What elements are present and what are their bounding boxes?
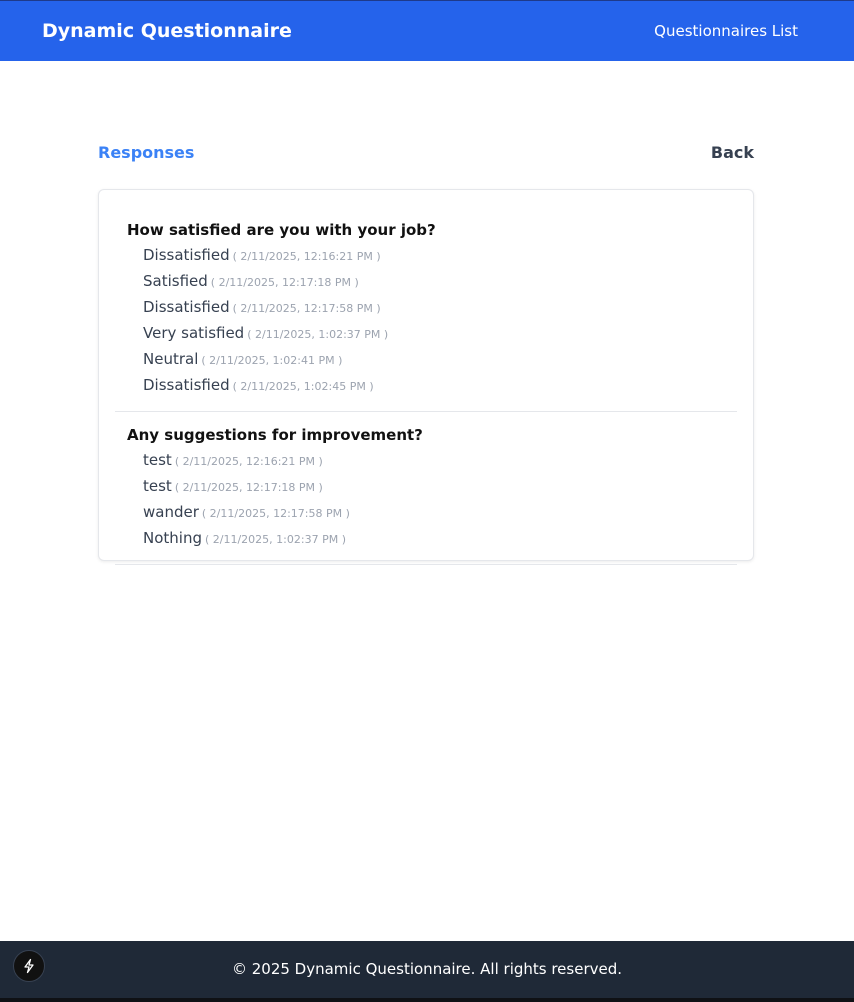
answer-timestamp: ( 2/11/2025, 12:17:18 PM ) (210, 276, 359, 289)
answer-value: Nothing (143, 529, 202, 547)
answer-timestamp: ( 2/11/2025, 12:16:21 PM ) (232, 250, 381, 263)
answer-value: Satisfied (143, 272, 208, 290)
question-text: Any suggestions for improvement? (127, 426, 423, 444)
dev-tools-button[interactable] (13, 950, 45, 982)
answer-item: Dissatisfied( 2/11/2025, 12:16:21 PM ) (143, 243, 725, 269)
answer-item: test( 2/11/2025, 12:16:21 PM ) (143, 448, 725, 474)
answer-item: test( 2/11/2025, 12:17:18 PM ) (143, 474, 725, 500)
answer-value: Dissatisfied (143, 298, 230, 316)
copyright-text: © 2025 Dynamic Questionnaire. All rights… (231, 960, 623, 978)
answer-timestamp: ( 2/11/2025, 12:16:21 PM ) (174, 455, 323, 468)
answer-list: Dissatisfied( 2/11/2025, 12:16:21 PM ) S… (127, 243, 725, 399)
answer-item: wander( 2/11/2025, 12:17:58 PM ) (143, 500, 725, 526)
answer-item: Dissatisfied( 2/11/2025, 1:02:45 PM ) (143, 373, 725, 399)
answer-timestamp: ( 2/11/2025, 12:17:18 PM ) (174, 481, 323, 494)
responses-card: How satisfied are you with your job? Dis… (98, 189, 754, 565)
question-block: Any suggestions for improvement? test( 2… (115, 412, 737, 565)
answer-value: Very satisfied (143, 324, 245, 342)
answer-item: Neutral( 2/11/2025, 1:02:41 PM ) (143, 347, 725, 373)
answer-timestamp: ( 2/11/2025, 12:17:58 PM ) (201, 507, 350, 520)
answer-value: test (143, 477, 172, 495)
answer-timestamp: ( 2/11/2025, 12:17:58 PM ) (232, 302, 381, 315)
answer-item: Nothing( 2/11/2025, 1:02:37 PM ) (143, 526, 725, 552)
page-title: Responses (98, 143, 195, 162)
footer: © 2025 Dynamic Questionnaire. All rights… (0, 941, 854, 1002)
bolt-icon (24, 958, 34, 974)
top-navbar: Dynamic Questionnaire Questionnaires Lis… (0, 0, 854, 61)
answer-value: Dissatisfied (143, 376, 230, 394)
answer-item: Very satisfied( 2/11/2025, 1:02:37 PM ) (143, 321, 725, 347)
back-button[interactable]: Back (711, 143, 754, 163)
answer-timestamp: ( 2/11/2025, 1:02:37 PM ) (204, 533, 346, 546)
question-text: How satisfied are you with your job? (127, 221, 436, 239)
answer-item: Dissatisfied( 2/11/2025, 12:17:58 PM ) (143, 295, 725, 321)
questionnaires-list-link[interactable]: Questionnaires List (654, 21, 798, 41)
answer-value: test (143, 451, 172, 469)
answer-value: Neutral (143, 350, 199, 368)
question-block: How satisfied are you with your job? Dis… (115, 207, 737, 412)
answer-value: Dissatisfied (143, 246, 230, 264)
answer-list: test( 2/11/2025, 12:16:21 PM ) test( 2/1… (127, 448, 725, 552)
brand-title[interactable]: Dynamic Questionnaire (42, 18, 292, 44)
answer-item: Satisfied( 2/11/2025, 12:17:18 PM ) (143, 269, 725, 295)
answer-timestamp: ( 2/11/2025, 1:02:41 PM ) (201, 354, 343, 367)
answer-value: wander (143, 503, 199, 521)
answer-timestamp: ( 2/11/2025, 1:02:37 PM ) (247, 328, 389, 341)
answer-timestamp: ( 2/11/2025, 1:02:45 PM ) (232, 380, 374, 393)
